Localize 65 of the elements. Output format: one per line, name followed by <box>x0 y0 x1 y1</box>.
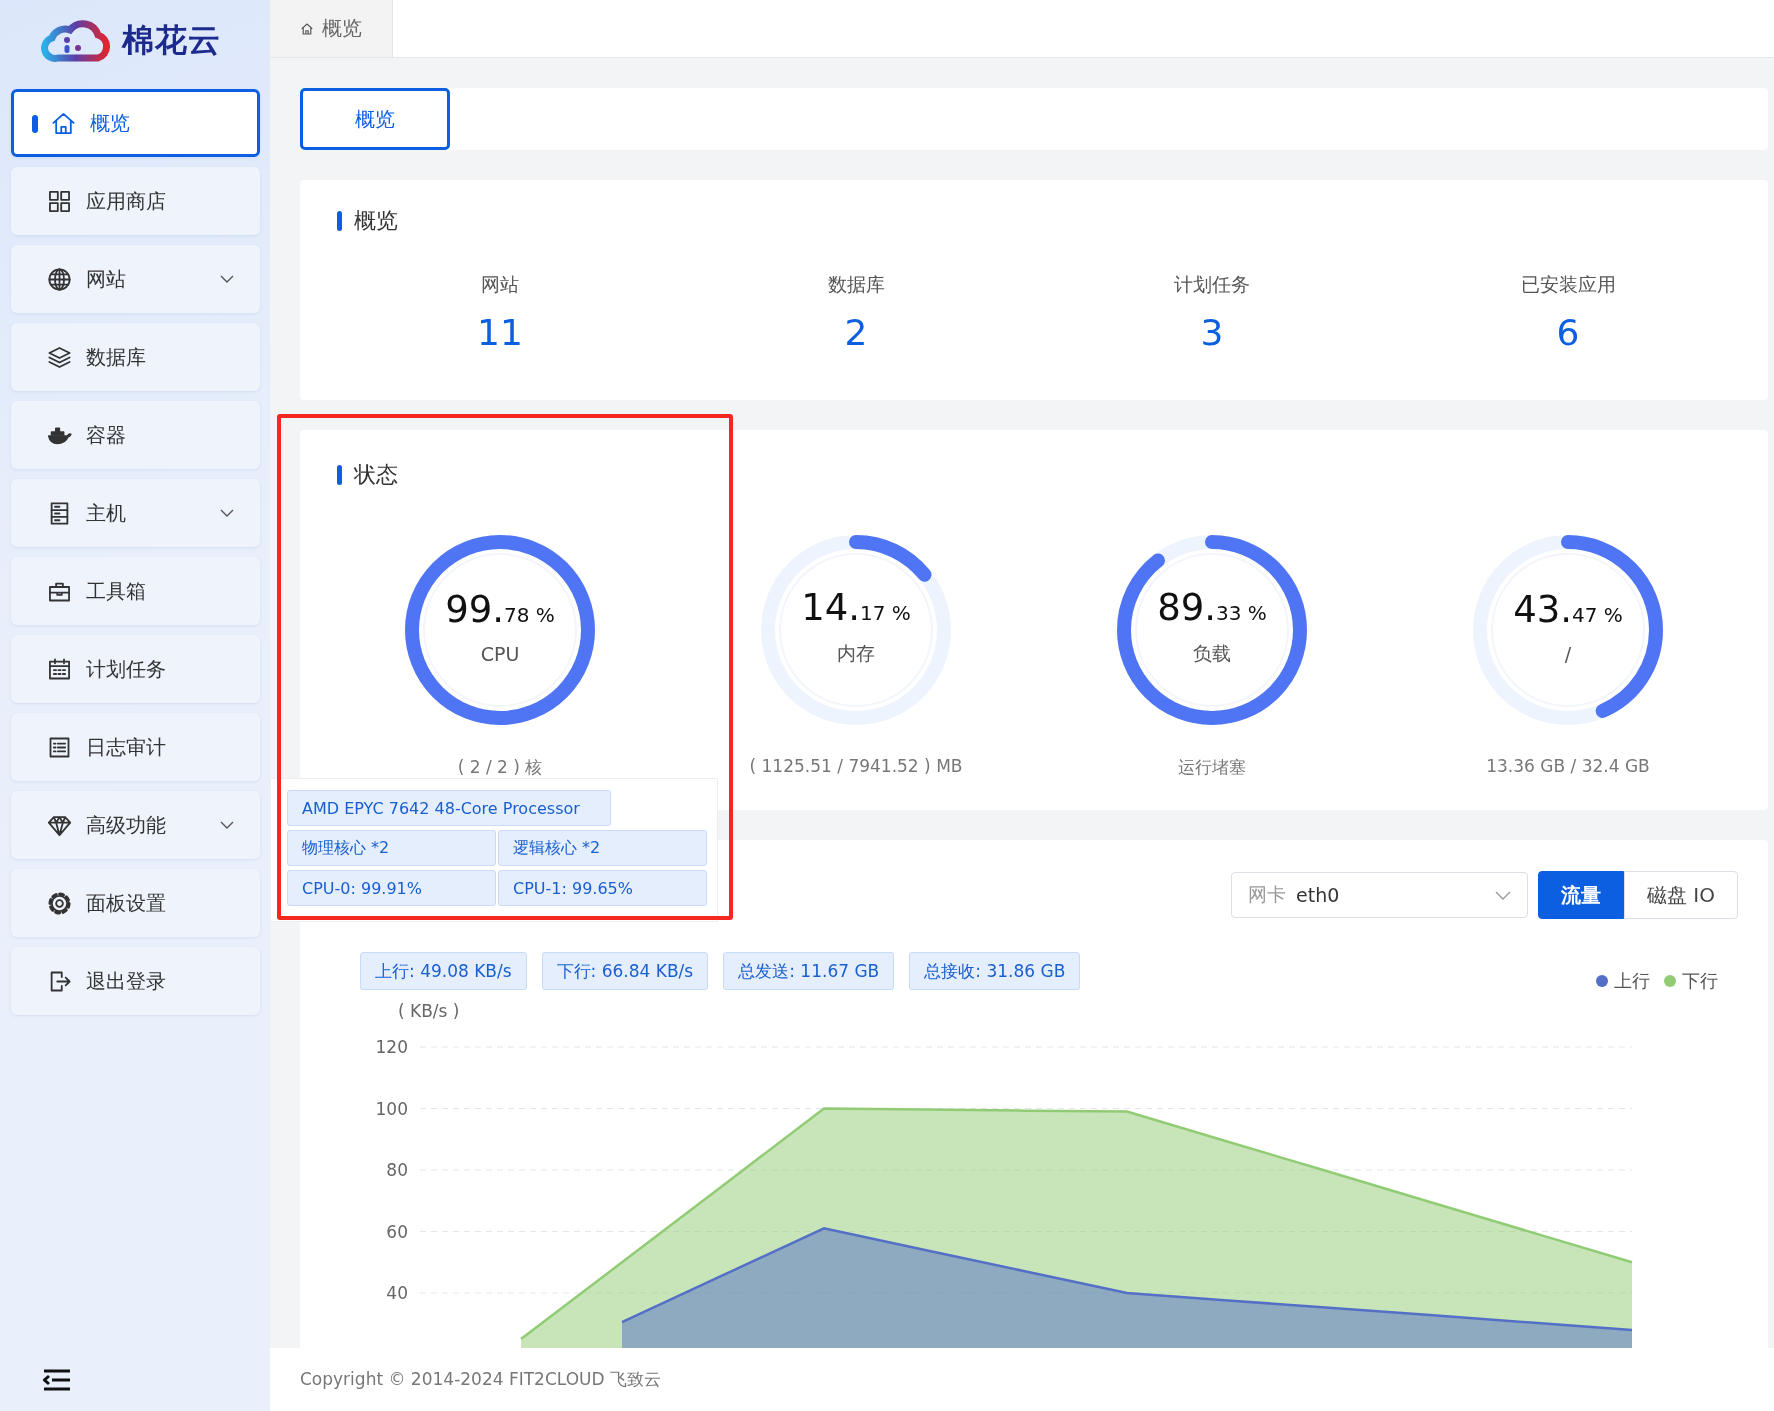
stat-label: 网站 <box>481 272 519 297</box>
y-tick-label: 120 <box>375 1037 408 1057</box>
home-icon <box>300 21 314 36</box>
chevron-icon <box>1495 890 1511 900</box>
globe-icon <box>46 265 73 293</box>
y-tick-label: 100 <box>375 1098 408 1119</box>
gauge-detail: ( 1125.51 / 7941.52 ) MB <box>749 756 963 776</box>
mode-button[interactable]: 流量 <box>1538 871 1624 919</box>
gauge-label: CPU <box>480 642 520 665</box>
stat-tag: 总发送: 11.67 GB <box>723 952 895 990</box>
stat-value[interactable]: 11 <box>477 312 523 353</box>
gauge-value: 43.47 % <box>1513 587 1623 631</box>
title-bar-mark <box>337 211 342 231</box>
stat-value[interactable]: 2 <box>844 312 868 353</box>
info-tag: 物理核心 *2 <box>287 830 496 866</box>
sidebar-item[interactable]: 应用商店 <box>11 167 260 235</box>
card-title: 概览 <box>354 207 398 235</box>
sidebar-item[interactable]: 面板设置 <box>11 869 260 937</box>
sidebar-item[interactable]: 工具箱 <box>11 557 260 625</box>
stat-tag: 下行: 66.84 KB/s <box>541 952 709 990</box>
sidebar-item[interactable]: 计划任务 <box>11 635 260 703</box>
menu-icon[interactable] <box>43 1369 71 1391</box>
active-indicator <box>32 115 38 133</box>
axis-unit-label: ( KB/s ) <box>398 1001 460 1021</box>
gauge-detail: 13.36 GB / 32.4 GB <box>1486 756 1650 776</box>
y-tick-label: 80 <box>386 1160 408 1180</box>
brand-name: 棉花云 <box>122 19 221 61</box>
y-tick-label: 40 <box>386 1283 408 1303</box>
legend-item[interactable]: 下行 <box>1664 969 1718 993</box>
sidebar-item[interactable]: 日志审计 <box>11 713 260 781</box>
sidebar-item[interactable]: 网站 <box>11 245 260 313</box>
legend-item[interactable]: 上行 <box>1596 969 1650 993</box>
stat-label: 计划任务 <box>1174 272 1250 297</box>
card-title: 状态 <box>354 461 398 489</box>
sidebar-item[interactable]: 主机 <box>11 479 260 547</box>
gauge-value: 14.17 % <box>801 585 911 629</box>
stat-tag: 总接收: 31.86 GB <box>909 952 1081 990</box>
info-tag: 逻辑核心 *2 <box>498 830 707 866</box>
gauge-label: 内存 <box>837 640 875 666</box>
page-tab[interactable]: 概览 <box>270 0 393 57</box>
sidebar-item[interactable]: 高级功能 <box>11 791 260 859</box>
gauge-detail: 运行堵塞 <box>1178 756 1246 779</box>
stat-label: 已安装应用 <box>1520 272 1616 297</box>
sidebar-item[interactable]: 容器 <box>11 401 260 469</box>
stat-value[interactable]: 6 <box>1556 312 1580 353</box>
gauge-label: 负载 <box>1193 640 1231 666</box>
y-tick-label: 60 <box>386 1221 408 1242</box>
stat-label: 数据库 <box>827 272 885 297</box>
gauge-label: / <box>1564 642 1572 665</box>
gauge-value: 99.78 % <box>445 587 555 631</box>
info-tag: AMD EPYC 7642 48-Core Processor <box>287 790 611 826</box>
network-select[interactable]: 网卡 eth0 <box>1231 872 1528 918</box>
sidebar-item[interactable]: 退出登录 <box>11 947 260 1015</box>
gauge-value: 89.33 % <box>1157 585 1267 629</box>
subnav-button[interactable]: 概览 <box>300 88 450 150</box>
sidebar-item[interactable]: 数据库 <box>11 323 260 391</box>
title-bar-mark <box>337 465 342 485</box>
gauge-detail: ( 2 / 2 ) 核 <box>457 756 543 779</box>
info-tag: CPU-0: 99.91% <box>287 870 496 906</box>
stat-value[interactable]: 3 <box>1200 312 1224 353</box>
mode-button[interactable]: 磁盘 IO <box>1624 871 1738 919</box>
sidebar-item[interactable]: 概览 <box>11 89 260 157</box>
copyright-text: Copyright © 2014-2024 FIT2CLOUD 飞致云 <box>300 1368 661 1391</box>
info-tag: CPU-1: 99.65% <box>498 870 707 906</box>
stat-tag: 上行: 49.08 KB/s <box>360 952 527 990</box>
